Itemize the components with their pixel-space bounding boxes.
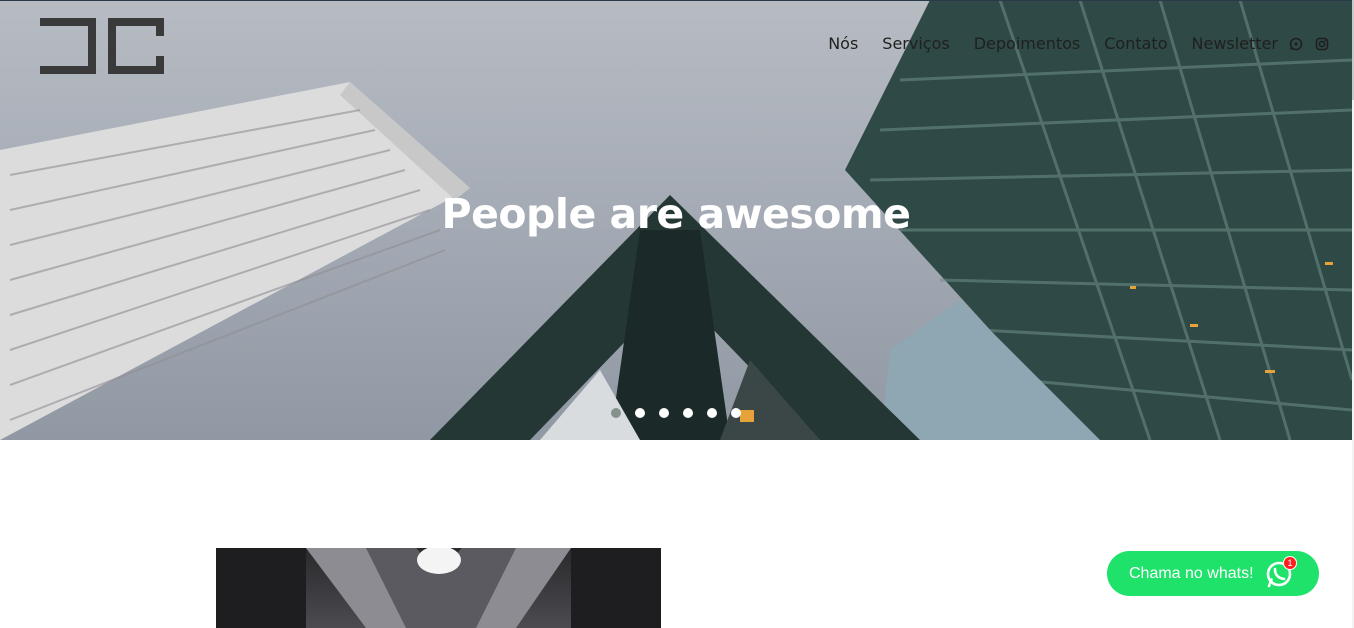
content-image <box>216 548 661 628</box>
slider-dot[interactable] <box>659 408 669 418</box>
whatsapp-chat-label: Chama no whats! <box>1129 564 1254 582</box>
slider-dot[interactable] <box>611 408 621 418</box>
nav-item-nos[interactable]: Nós <box>828 34 858 53</box>
whatsapp-chat-button[interactable]: Chama no whats! 1 <box>1107 551 1319 596</box>
slider-dot[interactable] <box>635 408 645 418</box>
top-border <box>0 0 1352 1</box>
nav-item-newsletter[interactable]: Newsletter <box>1192 34 1279 53</box>
instagram-icon[interactable] <box>1314 36 1330 52</box>
slider-dots <box>611 408 741 418</box>
nav-item-contato[interactable]: Contato <box>1104 34 1167 53</box>
nav-item-servicos[interactable]: Serviços <box>882 34 949 53</box>
hero-title: People are awesome <box>441 190 911 238</box>
whatsapp-icon[interactable] <box>1288 36 1304 52</box>
nav-item-depoimentos[interactable]: Depoimentos <box>974 34 1081 53</box>
main-nav: Nós Serviços Depoimentos Contato Newslet… <box>804 34 1330 53</box>
slider-dot[interactable] <box>707 408 717 418</box>
slider-dot[interactable] <box>683 408 693 418</box>
slider-dot[interactable] <box>731 408 741 418</box>
brand-logo[interactable] <box>38 16 168 78</box>
notification-badge: 1 <box>1283 556 1297 570</box>
